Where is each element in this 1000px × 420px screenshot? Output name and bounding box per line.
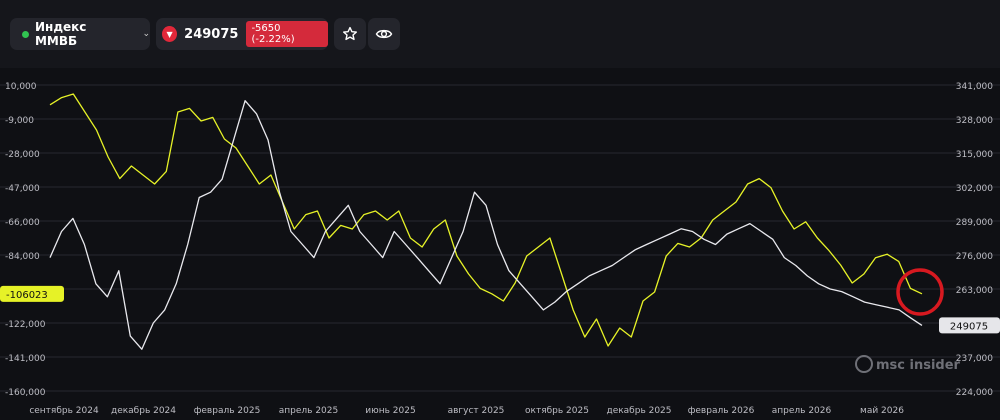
right-tick-label: 237,000 <box>956 354 993 364</box>
left-tick-label: -160,000 <box>5 388 46 398</box>
x-tick-label: февраль 2026 <box>688 406 755 416</box>
x-tick-label: август 2025 <box>448 406 505 416</box>
left-tick-label: -122,000 <box>5 320 46 330</box>
right-tick-label: 302,000 <box>956 184 993 194</box>
left-tick-label: 10,000 <box>5 82 37 92</box>
watermark-text: msc insider <box>876 358 961 373</box>
x-tick-label: декабрь 2024 <box>111 406 176 416</box>
x-tick-label: апрель 2026 <box>772 406 832 416</box>
x-tick-label: май 2026 <box>860 406 904 416</box>
price-panel: ▼ 249075 -5650 (-2.22%) <box>156 18 328 50</box>
highlight-circle <box>896 268 944 316</box>
right-tick-label: 328,000 <box>956 116 993 126</box>
right-tick-label: 289,000 <box>956 218 993 228</box>
visibility-button[interactable] <box>368 18 400 50</box>
x-tick-label: февраль 2025 <box>194 406 261 416</box>
toolbar: Индекс ММВБ ⌄ ▼ 249075 -5650 (-2.22%) <box>0 0 1000 68</box>
x-tick-label: июнь 2025 <box>365 406 415 416</box>
chevron-down-icon: ⌄ <box>142 29 150 39</box>
left-axis-series-line <box>49 93 923 347</box>
right-last-value-text: 249075 <box>950 321 988 332</box>
watermark: msc insider <box>855 355 961 373</box>
market-status-dot <box>22 30 29 38</box>
left-tick-label: -47,000 <box>5 184 40 194</box>
left-tick-label: -66,000 <box>5 218 40 228</box>
right-tick-label: 224,000 <box>956 388 993 398</box>
right-tick-label: 276,000 <box>956 252 993 262</box>
eye-icon <box>375 29 393 39</box>
price-change-badge: -5650 (-2.22%) <box>246 21 328 47</box>
down-arrow-icon: ▼ <box>162 26 178 42</box>
chart-area: 10,000 -9,000 -28,000 -47,000 -66,000 -84,000… <box>0 82 1000 416</box>
index-name: Индекс ММВБ <box>34 20 87 48</box>
star-icon <box>343 26 357 41</box>
left-tick-label: -9,000 <box>5 116 34 126</box>
x-tick-label: сентябрь 2024 <box>29 406 99 416</box>
left-tick-label: -28,000 <box>5 150 40 160</box>
left-tick-label: -141,000 <box>5 354 46 364</box>
right-tick-label: 315,000 <box>956 150 993 160</box>
left-last-value-text: -106023 <box>6 290 48 301</box>
left-tick-label: -84,000 <box>5 252 40 262</box>
x-tick-label: апрель 2025 <box>279 406 338 416</box>
x-tick-label: декабрь 2025 <box>606 406 671 416</box>
index-selector[interactable]: Индекс ММВБ ⌄ <box>10 18 150 50</box>
current-price: 249075 <box>184 26 239 42</box>
favorite-button[interactable] <box>334 18 366 50</box>
right-tick-label: 341,000 <box>956 82 993 92</box>
right-tick-label: 263,000 <box>956 286 993 296</box>
x-tick-label: октябрь 2025 <box>525 406 589 416</box>
